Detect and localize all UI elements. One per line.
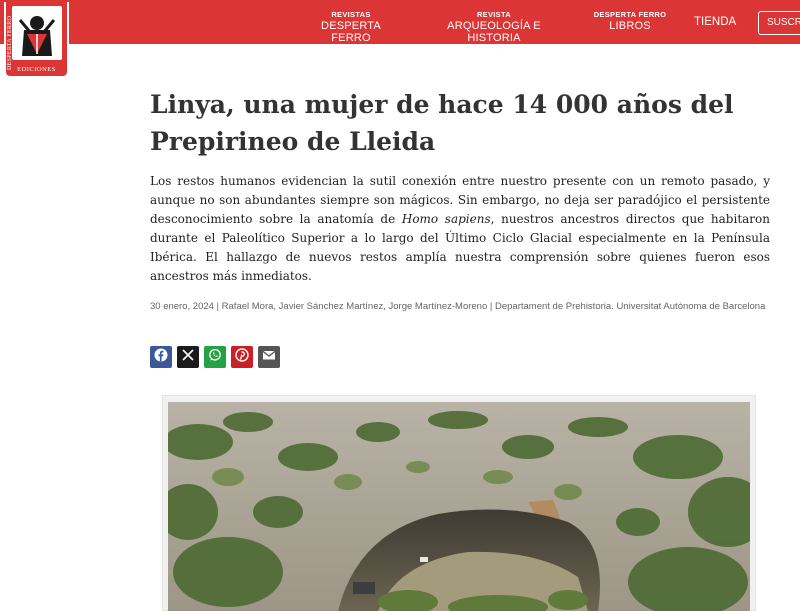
nav-item-label: ARQUEOLOGÍA E HISTORIA <box>447 20 541 44</box>
email-icon <box>262 348 276 366</box>
share-email-button[interactable] <box>258 346 280 368</box>
nav-item-libros[interactable]: DESPERTA FERRO LIBROS <box>590 10 670 32</box>
article-intro: Los restos humanos evidencian la sutil c… <box>150 172 770 286</box>
share-whatsapp-button[interactable] <box>204 346 226 368</box>
whatsapp-icon <box>208 348 222 367</box>
nav-item-label-small: DESPERTA FERRO <box>593 10 667 19</box>
nav-item-desperta-ferro[interactable]: REVISTAS DESPERTA FERRO <box>306 10 396 44</box>
nav-item-label: LIBROS <box>609 20 651 32</box>
article-title: Linya, una mujer de hace 14 000 años del… <box>150 90 734 156</box>
x-icon <box>182 348 194 366</box>
top-navigation-bar: REVISTAS DESPERTA FERRO REVISTA ARQUEOLO… <box>0 0 800 44</box>
share-facebook-button[interactable] <box>150 346 172 368</box>
intro-italic-term: Homo sapiens <box>401 212 491 226</box>
facebook-icon <box>154 348 168 367</box>
logo-bottom-text: EDICIONES <box>17 66 56 73</box>
nav-item-arqueologia-historia[interactable]: REVISTA ARQUEOLOGÍA E HISTORIA <box>424 10 564 44</box>
subscribe-button[interactable]: SUSCRÍBE <box>758 11 800 35</box>
nav-item-label-small: REVISTAS <box>331 10 371 19</box>
logo-emblem <box>12 6 62 60</box>
share-pinterest-button[interactable] <box>231 346 253 368</box>
share-x-button[interactable] <box>177 346 199 368</box>
nav-item-label-small: REVISTA <box>476 10 512 19</box>
pinterest-icon <box>235 347 249 367</box>
site-logo[interactable]: DESPERTA FERRO EDICIONES <box>4 2 69 78</box>
article-hero-image <box>168 402 750 611</box>
article-meta: 30 enero, 2024 | Rafael Mora, Javier Sán… <box>150 301 766 312</box>
nav-item-tienda[interactable]: TIENDA <box>694 16 736 28</box>
nav-item-label: DESPERTA FERRO <box>321 20 381 44</box>
